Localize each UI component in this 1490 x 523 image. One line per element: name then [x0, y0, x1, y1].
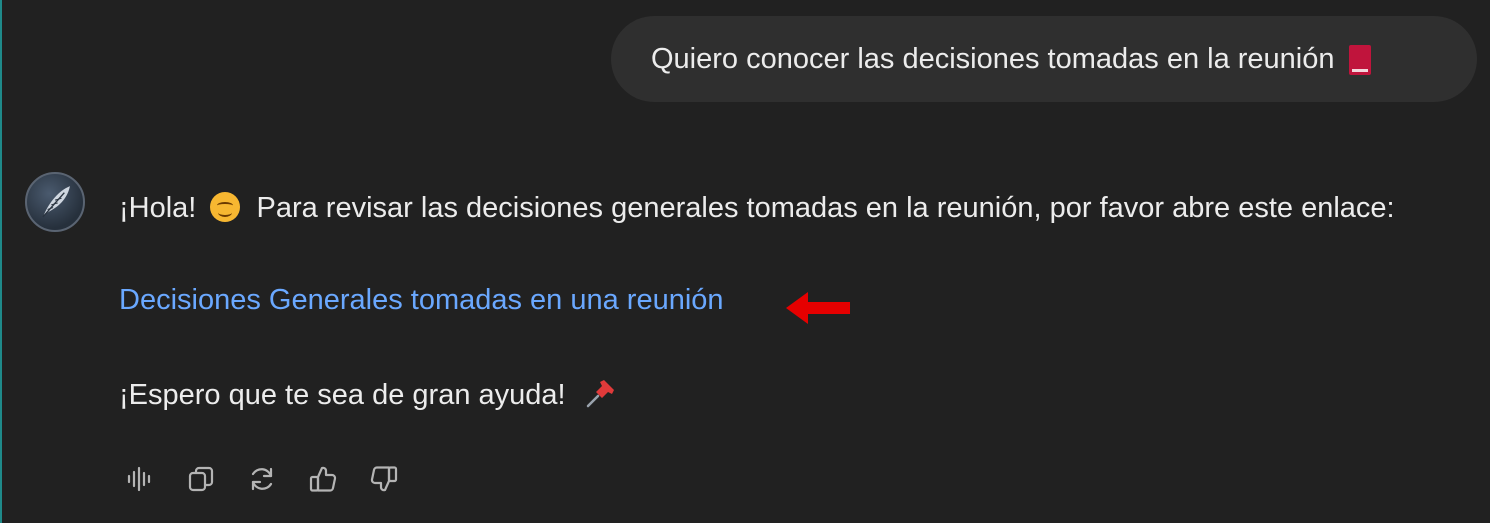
user-message-bubble: Quiero conocer las decisiones tomadas en… [611, 16, 1477, 102]
good-response-button[interactable] [307, 462, 339, 496]
greeting-text: ¡Hola! [119, 192, 197, 224]
smiling-face-icon [210, 192, 241, 222]
assistant-intro-line: ¡Hola! Para revisar las decisiones gener… [119, 192, 1395, 225]
window-left-edge [0, 0, 2, 523]
read-aloud-button[interactable] [124, 462, 156, 496]
message-actions-toolbar [124, 462, 400, 496]
intro-text: Para revisar las decisiones generales to… [256, 192, 1395, 224]
assistant-avatar [25, 172, 85, 232]
quill-feather-icon [42, 186, 70, 218]
regenerate-button[interactable] [246, 462, 278, 496]
red-left-arrow-icon [786, 292, 850, 324]
copy-button[interactable] [185, 462, 217, 496]
meeting-decisions-link[interactable]: Decisiones Generales tomadas en una reun… [119, 284, 724, 317]
bad-response-button[interactable] [368, 462, 400, 496]
thumbs-down-icon [370, 466, 398, 492]
copy-icon [188, 466, 214, 492]
assistant-closing-line: ¡Espero que te sea de gran ayuda! [119, 378, 616, 412]
closed-book-icon [1348, 45, 1371, 75]
closing-text: ¡Espero que te sea de gran ayuda! [119, 379, 566, 411]
refresh-icon [251, 467, 273, 491]
thumbs-up-icon [309, 466, 337, 492]
user-message-text: Quiero conocer las decisiones tomadas en… [651, 42, 1335, 75]
pushpin-icon [586, 380, 614, 408]
audio-waveform-icon [127, 466, 151, 492]
